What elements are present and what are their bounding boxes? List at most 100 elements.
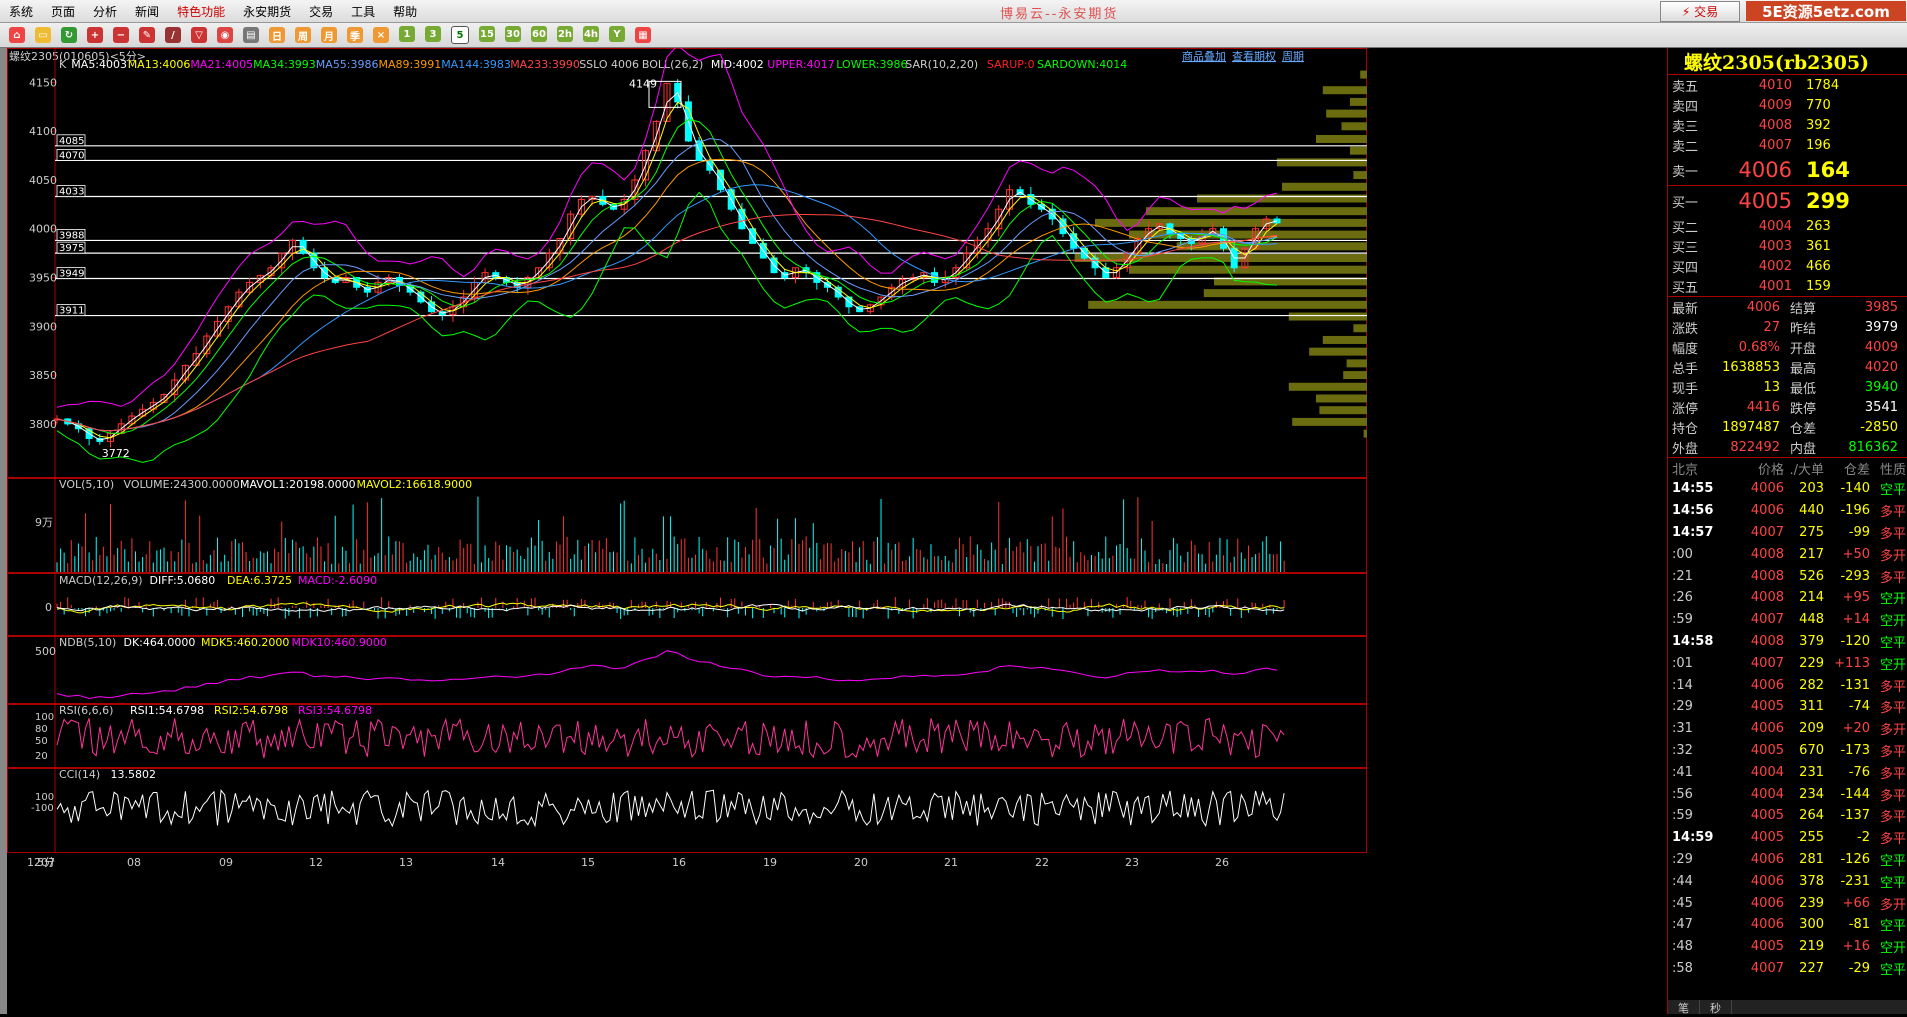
time-axis-label: 21 [944,856,958,869]
tick-row: 14:56 4006 440 -196 多平 [1668,500,1907,522]
period-button-30[interactable]: 30 [505,26,521,42]
tick-price: 4006 [1750,895,1784,911]
tick-price: 4004 [1750,764,1784,780]
volume-profile-bar [1350,97,1367,106]
chart-link-2[interactable]: 周期 [1282,50,1304,63]
time-axis-label: 26 [1215,856,1229,869]
bid-level-3-row[interactable]: 买三 4003 361 [1668,236,1907,256]
trade-button[interactable]: ⚡ 交易 [1660,1,1740,22]
tick-row: :21 4008 526 -293 多平 [1668,565,1907,587]
zoom-out-icon[interactable]: − [113,27,129,43]
tick-volume: 217 [1799,546,1824,562]
tick-oi-change: -2 [1857,830,1870,846]
bottom-tab[interactable]: 秒 [1700,1000,1732,1015]
stat-label: 最高 [1790,361,1817,377]
menu-item-2[interactable]: 分析 [84,3,126,20]
table-icon[interactable]: ▤ [243,27,259,43]
stat-row: 涨停 4416 跌停 3541 [1668,397,1907,417]
tick-header-cell: 性质 [1879,462,1906,478]
month-period-icon[interactable]: 月 [321,27,337,43]
volume-profile-bar [1309,347,1367,356]
menu-item-0[interactable]: 系统 [0,3,42,20]
week-period-icon[interactable]: 周 [295,27,311,43]
period-button-15[interactable]: 15 [479,26,495,42]
rsi-line [56,717,1285,759]
bottom-tab[interactable]: 笔 [1668,1000,1700,1015]
tick-row: :01 4007 229 +113 空开 [1668,652,1907,674]
tick-type: 空平 [1879,919,1906,935]
ask1-row[interactable]: 卖一 4006 164 [1668,155,1907,185]
menu-item-5[interactable]: 永安期货 [234,3,300,20]
tick-type: 多平 [1879,505,1906,521]
menu-item-4[interactable]: 特色功能 [168,3,234,20]
period-button-3[interactable]: 3 [425,26,441,42]
stat-row: 总手 1638853 最高 4020 [1668,357,1907,377]
stat-value: 27 [1763,319,1780,335]
bid1-row[interactable]: 买一 4005 299 [1668,186,1907,216]
kline-chart[interactable]: 螺纹2305(010605)<5分> 商品叠加 查看期权 周期K MA5:4003 MA1… [7,44,1667,1014]
kline-chart-area[interactable]: 螺纹2305(010605)<5分> 商品叠加 查看期权 周期 K MA5:4003 MA1… [7,44,1667,1014]
ask-level-4-label: 卖四 [1672,99,1699,115]
zoom-in-icon[interactable]: + [87,27,103,43]
indicator-header-item: RSI3:54.6798 [298,704,372,717]
indicator-header-item: DIFF:5.0680 [150,574,216,587]
close-chart-icon[interactable]: × [373,27,389,43]
folder-icon[interactable]: ▭ [35,27,51,43]
day-period-icon[interactable]: 日 [269,27,285,43]
tick-time: 14:59 [1672,830,1714,846]
menu-item-7[interactable]: 工具 [342,3,384,20]
period-button-2h[interactable]: 2h [557,26,573,42]
stat-value: 3985 [1864,299,1898,315]
ask-level-5-row[interactable]: 卖五 4010 1784 [1668,75,1907,95]
bid-level-5-row[interactable]: 买五 4001 159 [1668,276,1907,296]
period-button-60[interactable]: 60 [531,26,547,42]
tick-volume: 231 [1799,764,1824,780]
bid-level-2-row[interactable]: 买二 4004 263 [1668,216,1907,236]
tick-header-cell: 北京 [1672,462,1699,478]
ask-level-4-price: 4009 [1758,97,1792,113]
indicator-icon[interactable]: ◉ [217,27,233,43]
ask-level-2-volume: 196 [1806,137,1831,153]
bid-level-4-row[interactable]: 买四 4002 466 [1668,256,1907,276]
tick-price: 4008 [1750,546,1784,562]
cup-icon[interactable]: ▽ [191,27,207,43]
menu-item-8[interactable]: 帮助 [384,3,426,20]
menu-item-3[interactable]: 新闻 [126,3,168,20]
menu-bar: 系统 页面 分析 新闻 特色功能 永安期货 交易 工具 帮助 [0,0,1907,23]
tick-volume: 448 [1799,612,1824,628]
tick-time: :14 [1672,677,1693,693]
left-side-strip [0,48,7,1014]
ma-legend-item: UPPER:4017 [767,58,834,71]
tick-time: :41 [1672,764,1693,780]
period-button-1[interactable]: 1 [399,26,415,42]
volume-profile-bar [1350,146,1367,155]
chart-link-0[interactable]: 商品叠加 [1182,49,1226,63]
ask-level-5-volume: 1784 [1806,77,1840,93]
time-axis-label: 22 [1035,856,1049,869]
period-button-Y[interactable]: Y [609,26,625,42]
volume-profile-bar [1322,86,1367,95]
period-button-5[interactable]: 5 [451,26,469,44]
volume-profile-bar [1316,394,1367,403]
home-icon[interactable]: ⌂ [9,27,25,43]
ask-level-3-row[interactable]: 卖三 4008 392 [1668,115,1907,135]
draw-pen-icon[interactable]: ✎ [139,27,155,43]
stat-label: 涨跌 [1672,321,1699,337]
ask-level-4-row[interactable]: 卖四 4009 770 [1668,95,1907,115]
menu-item-6[interactable]: 交易 [300,3,342,20]
menu-item-1[interactable]: 页面 [42,3,84,20]
line-tool-icon[interactable]: / [165,27,181,43]
refresh-icon[interactable]: ↻ [61,27,77,43]
time-axis-label: 15 [581,856,595,869]
calculator-icon[interactable]: ▦ [635,27,651,43]
tick-row: :41 4004 231 -76 多平 [1668,761,1907,783]
volume-profile-bar [1095,218,1367,227]
cci-axis-label: 100 [35,792,54,803]
season-period-icon[interactable]: 季 [347,27,363,43]
period-button-4h[interactable]: 4h [583,26,599,42]
stat-value: 13 [1763,379,1780,395]
time-axis-label: 08 [127,856,141,869]
tick-price: 4006 [1750,677,1784,693]
chart-link-1[interactable]: 查看期权 [1232,49,1276,63]
ask-level-2-row[interactable]: 卖二 4007 196 [1668,135,1907,155]
